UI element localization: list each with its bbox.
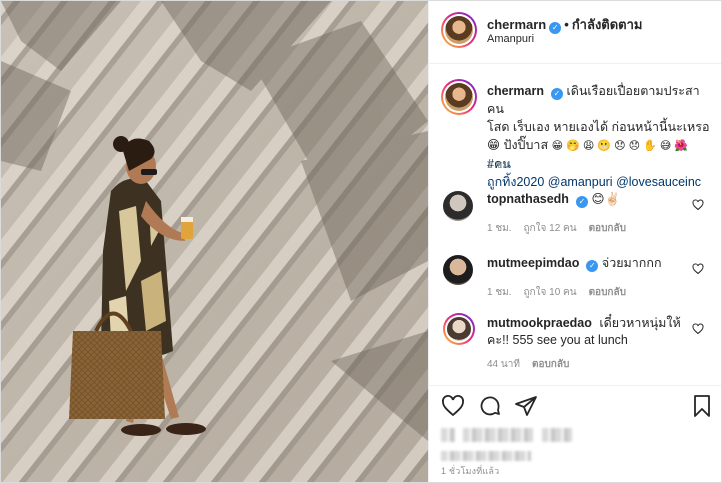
post-header: chermarn ✓ • กำลังติดตาม Amanpuri — [429, 1, 721, 64]
reply-button[interactable]: ตอบกลับ — [532, 359, 569, 370]
caption-emoji-1: 😁 — [487, 138, 501, 152]
post-sidebar: chermarn ✓ • กำลังติดตาม Amanpuri chermarn ✓… — [428, 1, 721, 482]
comment-username[interactable]: topnathasedh — [487, 192, 569, 206]
comment-username[interactable]: mutmeepimdao — [487, 256, 579, 270]
comment-time: 1 ชม. — [487, 223, 512, 234]
comment-avatar[interactable] — [443, 191, 473, 221]
caption-hashtag-cont[interactable]: ถูกทิ้ง2020 — [487, 175, 544, 189]
caption-author-avatar[interactable] — [441, 79, 477, 115]
comment-likes[interactable]: ถูกใจ 12 คน — [524, 223, 577, 234]
comment-like-heart-icon[interactable] — [692, 199, 704, 211]
comment-time: 1 ชม. — [487, 287, 512, 298]
comment-text: 😊✌🏻 — [591, 192, 621, 206]
caption-line-2: โสด เร็บเอง หายเองได้ ก่อนหน้านี้นะเหรอ — [487, 120, 710, 134]
paper-plane-icon[interactable] — [514, 394, 538, 418]
comment-meta: 1 ชม. ถูกใจ 12 คน ตอบกลับ — [487, 221, 638, 236]
mention-amanpuri[interactable]: @amanpuri — [548, 175, 613, 189]
post-time-ago: 1 ชั่วโมงที่แล้ว — [441, 466, 500, 476]
likes-count-blurred[interactable] — [441, 428, 572, 466]
caption-line-3: ปังปิ๊บาส — [503, 138, 549, 152]
verified-badge-icon: ✓ — [549, 22, 562, 34]
author-username[interactable]: chermarn — [487, 17, 546, 32]
comment-like-heart-icon[interactable] — [692, 263, 704, 275]
verified-badge-icon: ✓ — [550, 88, 563, 100]
caption-timestamp: 1 ชม. — [487, 160, 512, 171]
comments-section[interactable]: chermarn ✓ เดินเรือยเปื่อยตามประสาคน โสด … — [429, 65, 721, 385]
comment-body: mutmeepimdao ✓ จ่วยมากกก — [487, 255, 692, 272]
author-row: chermarn ✓ • กำลังติดตาม — [487, 14, 643, 35]
comment-meta: 1 ชม. ถูกใจ 10 คน ตอบกลับ — [487, 285, 638, 300]
post-photo[interactable] — [1, 1, 428, 482]
photo-illustration — [1, 1, 428, 482]
reply-button[interactable]: ตอบกลับ — [589, 287, 626, 298]
comment-body: topnathasedh ✓ 😊✌🏻 — [487, 191, 692, 208]
author-avatar[interactable] — [441, 12, 477, 48]
heart-icon[interactable] — [441, 394, 465, 418]
post-caption: chermarn ✓ เดินเรือยเปื่อยตามประสาคน โสด … — [487, 82, 715, 191]
post-actions: 1 ชั่วโมงที่แล้ว — [429, 385, 721, 482]
comment-text: จ่วยมากกก — [601, 256, 662, 270]
separator-dot: • — [564, 17, 569, 32]
comment-meta: 44 นาที ตอบกลับ — [487, 357, 581, 372]
caption-emojis: 😁 🤭 😩 😬 😞 😞 ✋ 😅 🌺 — [551, 140, 689, 152]
comment-time: 44 นาที — [487, 359, 520, 370]
comment-icon[interactable] — [478, 394, 502, 418]
following-button[interactable]: กำลังติดตาม — [572, 17, 643, 32]
post-location[interactable]: Amanpuri — [487, 33, 534, 45]
mention-lovesauceinc[interactable]: @lovesauceinc — [616, 175, 701, 189]
reply-button[interactable]: ตอบกลับ — [589, 223, 626, 234]
comment-avatar[interactable] — [443, 313, 475, 345]
comment-likes[interactable]: ถูกใจ 10 คน — [524, 287, 577, 298]
comment-avatar[interactable] — [443, 255, 473, 285]
caption-username[interactable]: chermarn — [487, 84, 544, 98]
comment-body: mutmookpraedao เดี๋ยวหาหนุ่มให้คะ!! 555 … — [487, 315, 692, 349]
post-modal: chermarn ✓ • กำลังติดตาม Amanpuri chermarn ✓… — [0, 0, 722, 483]
comment-username[interactable]: mutmookpraedao — [487, 316, 592, 330]
verified-badge-icon: ✓ — [575, 196, 588, 208]
verified-badge-icon: ✓ — [586, 260, 599, 272]
comment-like-heart-icon[interactable] — [692, 323, 704, 335]
bookmark-icon[interactable] — [690, 394, 714, 418]
